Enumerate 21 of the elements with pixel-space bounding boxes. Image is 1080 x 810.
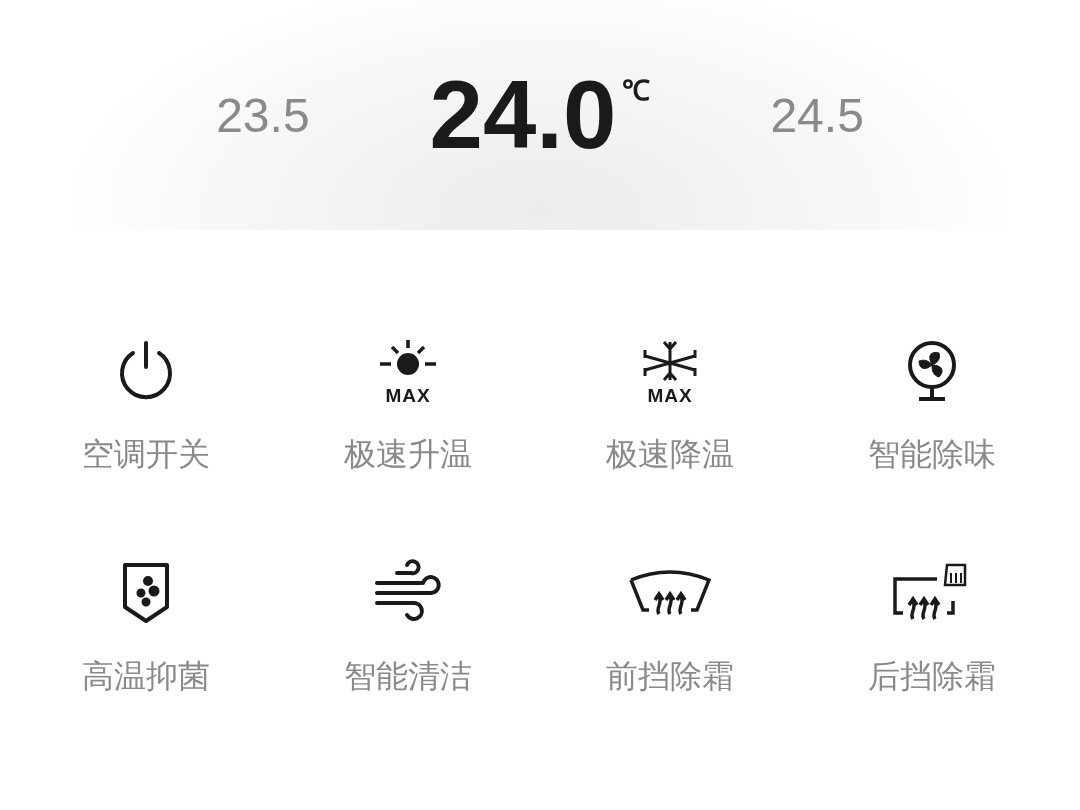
max-label: MAX — [385, 385, 431, 405]
function-label: 高温抑菌 — [82, 657, 210, 696]
function-button[interactable]: 空调开关 — [15, 325, 277, 477]
function-label: 前挡除霜 — [606, 657, 734, 696]
function-button[interactable]: 智能除味 — [801, 325, 1063, 477]
function-label: 后挡除霜 — [868, 657, 996, 696]
function-button[interactable]: 前挡除霜 — [539, 547, 801, 699]
function-label: 极速降温 — [606, 435, 734, 474]
function-label: 极速升温 — [344, 435, 472, 474]
function-button[interactable]: 后挡除霜 — [801, 547, 1063, 699]
max-label: MAX — [647, 385, 693, 405]
function-label: 空调开关 — [82, 435, 210, 474]
temperature-option[interactable]: 23.5 — [216, 87, 310, 143]
function-button[interactable]: MAX 极速升温 — [277, 325, 539, 477]
function-button[interactable]: MAX 极速降温 — [539, 325, 801, 477]
function-label: 智能清洁 — [344, 657, 472, 696]
function-label: 智能除味 — [868, 435, 996, 474]
function-button[interactable]: 智能清洁 — [277, 547, 539, 699]
temperature-option[interactable]: 24.0$^{℃}$ — [429, 60, 651, 170]
function-button[interactable]: 高温抑菌 — [15, 547, 277, 699]
temperature-option[interactable]: 24.5 — [770, 87, 864, 143]
